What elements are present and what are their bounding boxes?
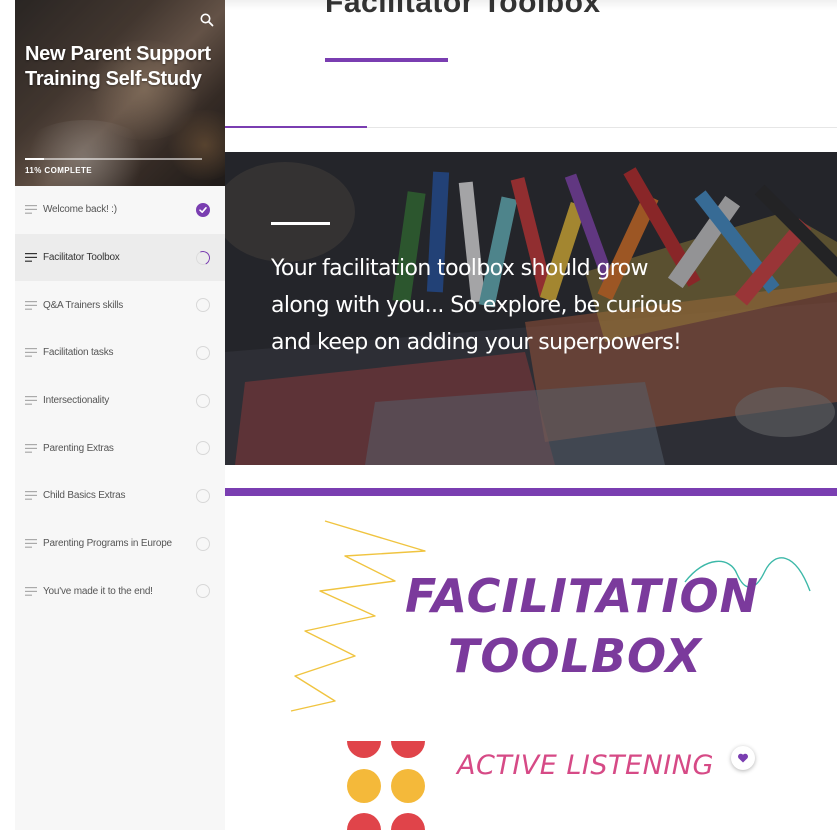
lesson-item-welcome-back[interactable]: Welcome back! :) [15,186,225,234]
lesson-in-progress-icon [194,248,212,267]
intro-banner: Your facilitation toolbox should grow al… [225,152,837,465]
lesson-label: Facilitation tasks [43,347,114,359]
course-progress-bar [25,158,202,160]
course-sidebar: New Parent Support Training Self-Study 1… [15,0,225,830]
lesson-item-parenting-extras[interactable]: Parenting Extras [15,424,225,472]
lines-icon [25,253,37,262]
accent-band [225,488,837,496]
lesson-label: Intersectionality [43,395,110,407]
lines-icon [25,300,37,310]
lines-icon [25,491,37,501]
lesson-label: Facilitator Toolbox [43,252,120,264]
lesson-item-intersectionality[interactable]: Intersectionality [15,377,225,425]
graphic-title-line: TOOLBOX [448,629,702,683]
graphic-section-label: ACTIVE LISTENING [457,750,714,781]
lines-icon [25,348,37,358]
lesson-label: You've made it to the end! [43,585,153,597]
lesson-not-started-icon [196,441,210,456]
lesson-not-started-icon [196,345,210,360]
heart-icon[interactable] [731,746,755,770]
lesson-content: Facilitator Toolbox [225,0,837,830]
lines-icon [25,205,37,215]
lesson-item-parenting-programs-europe[interactable]: Parenting Programs in Europe [15,520,225,568]
lesson-label: Q&A Trainers skills [43,299,124,311]
lesson-not-started-icon [196,536,210,551]
banner-text: Your facilitation toolbox should grow al… [271,256,682,355]
banner-rule [271,222,330,225]
header-shadow [225,0,837,10]
lesson-item-child-basics-extras[interactable]: Child Basics Extras [15,472,225,520]
lesson-label: Parenting Extras [43,442,114,454]
facilitation-toolbox-graphic: FACILITATION TOOLBOX ACTIVE LISTENING [225,496,837,830]
course-header-image: New Parent Support Training Self-Study 1… [15,0,225,186]
lesson-label: Child Basics Extras [43,490,126,502]
lesson-complete-icon [196,202,210,217]
graphic-title: FACILITATION TOOLBOX [405,566,760,686]
lesson-not-started-icon [196,488,210,503]
lesson-item-facilitator-toolbox[interactable]: Facilitator Toolbox [15,233,225,282]
lesson-label: Welcome back! :) [43,204,117,216]
lesson-not-started-icon [196,298,210,313]
title-underline [325,58,448,62]
section-divider-accent [225,126,367,128]
search-icon[interactable] [199,12,215,28]
lines-icon [25,539,37,548]
lines-icon [25,443,37,453]
course-title[interactable]: New Parent Support Training Self-Study [25,42,215,92]
lesson-label: Parenting Programs in Europe [43,538,172,550]
lines-icon [25,586,37,596]
lines-icon [25,396,37,405]
graphic-title-line: FACILITATION [405,569,760,623]
course-progress-fill [25,158,45,160]
course-progress-label: 11% COMPLETE [25,166,93,175]
lesson-list: Welcome back! :) Facilitator Toolbox Q&A… [15,186,225,615]
lesson-item-facilitation-tasks[interactable]: Facilitation tasks [15,329,225,377]
lesson-item-made-it-to-end[interactable]: You've made it to the end! [15,568,225,616]
lesson-not-started-icon [196,393,210,408]
lesson-item-qa-trainers-skills[interactable]: Q&A Trainers skills [15,281,225,329]
lesson-not-started-icon [196,584,210,599]
